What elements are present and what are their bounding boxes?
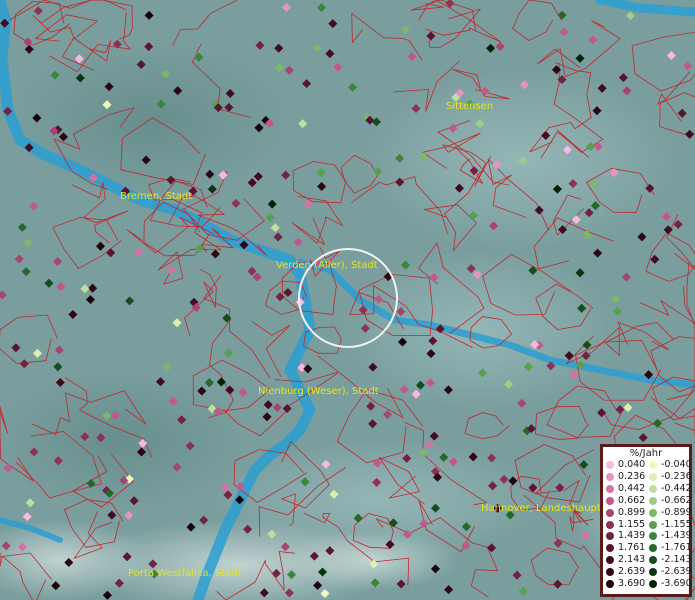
legend-label: -0.236: [661, 470, 692, 482]
legend-swatch: [649, 580, 657, 588]
legend-label: 0.662: [618, 494, 646, 506]
legend-entry-negative: -0.662: [648, 495, 692, 507]
legend-label: 0.040: [618, 459, 646, 470]
legend-swatch: [649, 568, 657, 577]
legend-swatch: [606, 568, 614, 577]
legend-entry-negative: -0.899: [648, 507, 692, 519]
legend-label: 1.439: [618, 530, 646, 542]
city-label-verden: Verden (Aller), Stadt: [276, 260, 378, 271]
legend-entry-negative: -1.155: [648, 519, 692, 531]
legend-swatch: [649, 461, 657, 469]
legend-swatch: [606, 556, 614, 565]
city-label-sittensen: Sittensen: [446, 101, 493, 112]
legend-entry-positive: 1.439: [605, 530, 649, 542]
legend-swatch: [649, 544, 657, 553]
legend-title: %/Jahr: [629, 448, 663, 459]
legend-label: -1.155: [661, 518, 692, 530]
legend: %/Jahr 0.040 0.236 0.442 0.662 0.899 1.155 1.4…: [600, 444, 692, 597]
legend-label: -0.662: [661, 494, 692, 506]
legend-swatch: [649, 484, 657, 493]
legend-entry-positive: 2.143: [605, 554, 649, 566]
legend-label: -0.442: [661, 482, 692, 494]
legend-label: -2.143: [661, 554, 692, 566]
legend-entry-negative: -2.143: [648, 554, 692, 566]
legend-entry-positive: 0.662: [605, 495, 649, 507]
legend-swatch: [649, 508, 657, 517]
legend-entry-negative: -1.761: [648, 542, 692, 554]
legend-label: 0.236: [618, 470, 646, 482]
legend-entry-negative: -0.236: [648, 471, 692, 483]
city-label-nienburg: Nienburg (Weser), Stadt: [258, 386, 379, 397]
legend-swatch: [606, 580, 614, 588]
legend-swatch: [606, 544, 614, 553]
legend-swatch: [649, 496, 657, 505]
legend-swatch: [606, 461, 614, 469]
legend-swatch: [649, 520, 657, 529]
legend-entry-negative: -0.040: [648, 459, 692, 471]
legend-swatch: [606, 532, 614, 541]
legend-label: 2.143: [618, 554, 646, 566]
legend-entry-negative: -2.639: [648, 566, 692, 578]
legend-entry-positive: 1.761: [605, 542, 649, 554]
legend-entry-positive: 3.690: [605, 578, 649, 590]
city-label-porta-westfalica: Porta Westfalica, Stadt: [128, 568, 242, 579]
legend-swatch: [649, 472, 657, 481]
legend-swatch: [606, 496, 614, 505]
legend-label: -0.040: [661, 459, 692, 470]
legend-entry-negative: -3.690: [648, 578, 692, 590]
legend-swatch: [606, 508, 614, 517]
legend-label: 0.442: [618, 482, 646, 494]
legend-entry-negative: -0.442: [648, 483, 692, 495]
river-north: [0, 0, 11, 65]
legend-label: -0.899: [661, 506, 692, 518]
legend-entry-positive: 0.040: [605, 459, 649, 471]
legend-swatch: [606, 484, 614, 493]
legend-label: 1.761: [618, 542, 646, 554]
legend-label: 0.899: [618, 506, 646, 518]
legend-entry-positive: 1.155: [605, 519, 649, 531]
legend-label: -2.639: [661, 566, 692, 578]
legend-swatch: [649, 532, 657, 541]
legend-entry-positive: 0.442: [605, 483, 649, 495]
legend-label: -1.761: [661, 542, 692, 554]
legend-label: 1.155: [618, 518, 646, 530]
legend-entry-positive: 0.236: [605, 471, 649, 483]
map-canvas[interactable]: Bremen, Stadt Verden (Aller), Stadt Sitt…: [0, 0, 695, 600]
legend-swatch: [649, 556, 657, 565]
legend-label: -3.690: [661, 578, 692, 589]
legend-label: 3.690: [618, 578, 646, 589]
legend-entry-negative: -1.439: [648, 530, 692, 542]
legend-swatch: [606, 472, 614, 481]
city-label-bremen: Bremen, Stadt: [120, 191, 192, 202]
legend-entry-positive: 2.639: [605, 566, 649, 578]
legend-label: 2.639: [618, 566, 646, 578]
legend-swatch: [606, 520, 614, 529]
legend-entry-positive: 0.899: [605, 507, 649, 519]
legend-label: -1.439: [661, 530, 692, 542]
